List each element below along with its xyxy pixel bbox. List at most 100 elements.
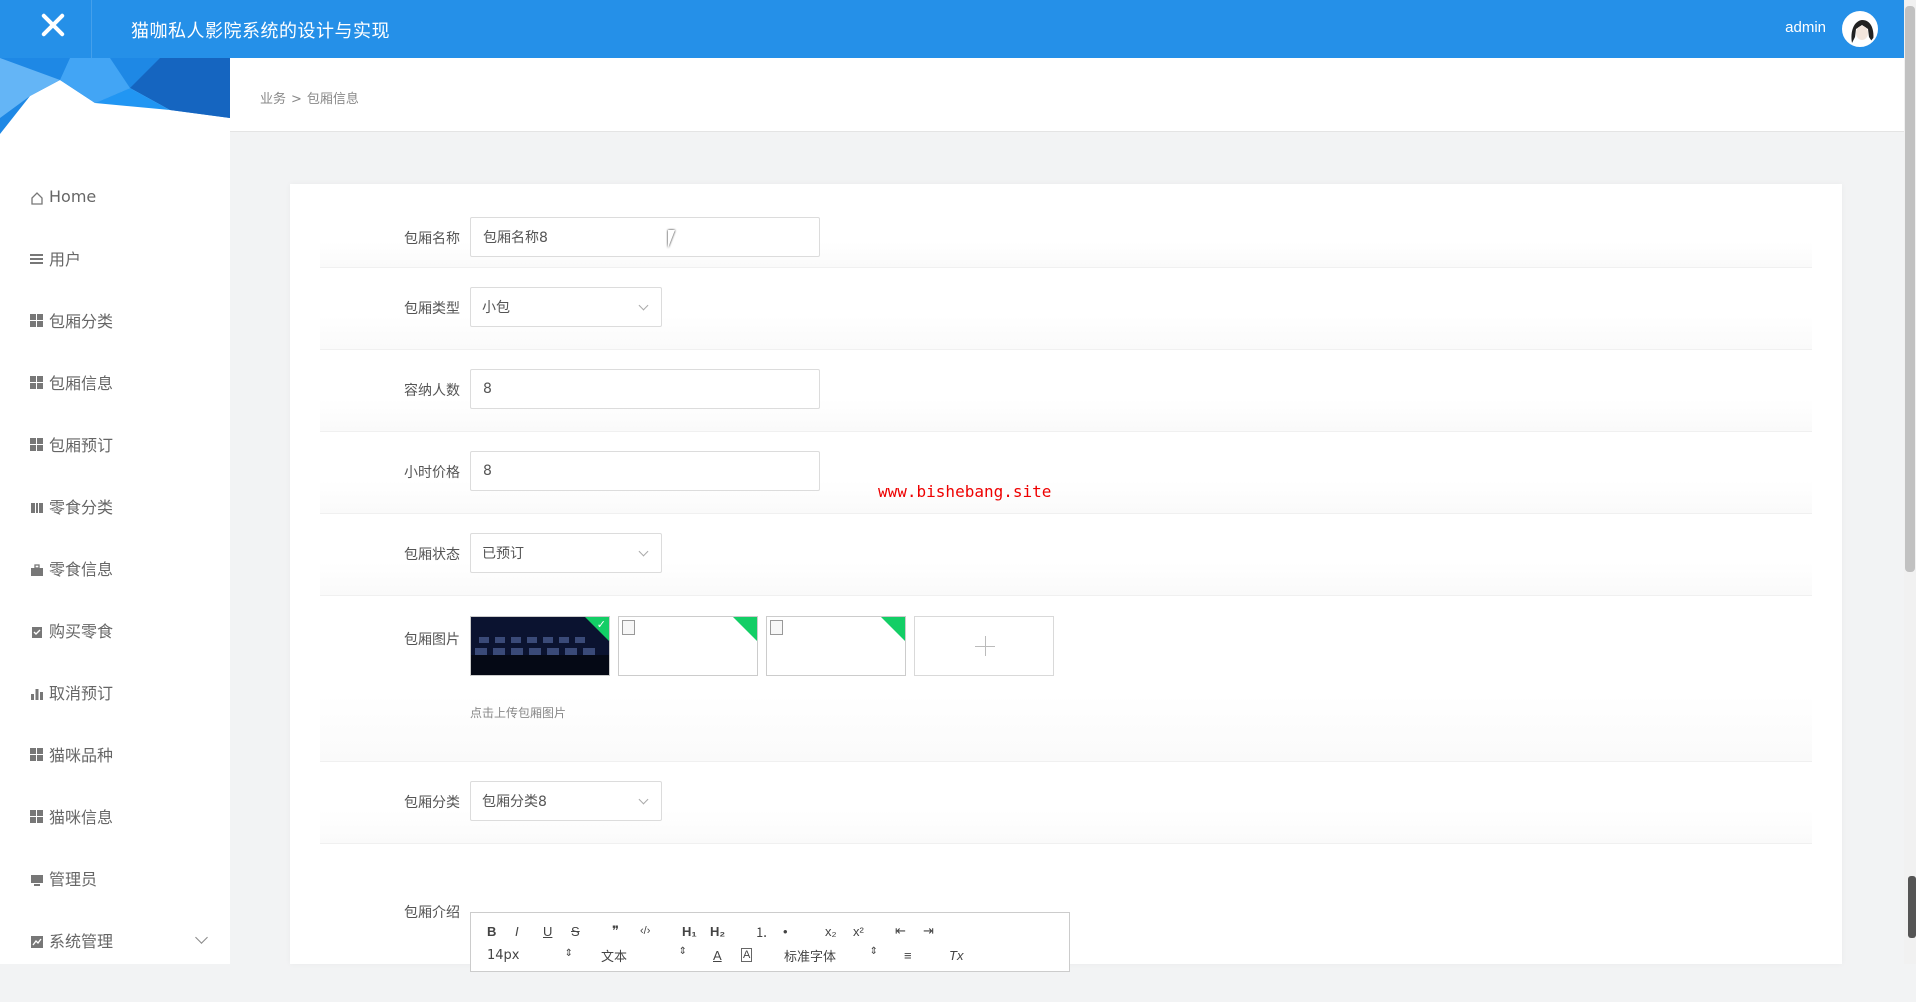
sidebar-item-label: 购买零食 bbox=[49, 622, 114, 641]
font-size-value: 14px bbox=[487, 947, 520, 963]
align-button[interactable]: ≡ bbox=[904, 948, 912, 963]
sidebar-item-snack-category[interactable]: 零食分类 bbox=[0, 475, 230, 537]
italic-button[interactable]: I bbox=[515, 924, 519, 939]
breadcrumb-bar: 业务 > 包厢信息 bbox=[230, 58, 1904, 132]
price-input[interactable]: 8 bbox=[470, 451, 820, 491]
font-family-select[interactable]: 标准字体 ⇕ bbox=[784, 946, 878, 965]
chevron-down-icon bbox=[638, 300, 649, 311]
sidebar-item-label: 用户 bbox=[49, 250, 82, 269]
underline-button[interactable]: U bbox=[543, 924, 552, 939]
avatar[interactable] bbox=[1842, 11, 1878, 47]
type-select-value: 小包 bbox=[482, 300, 510, 316]
sidebar-item-cat-breed[interactable]: 猫咪品种 bbox=[0, 723, 230, 785]
subscript-button[interactable]: x₂ bbox=[825, 924, 837, 939]
updown-icon: ⇕ bbox=[564, 947, 573, 959]
close-icon[interactable] bbox=[36, 8, 70, 42]
sidebar-item-cat-info[interactable]: 猫咪信息 bbox=[0, 785, 230, 847]
scrollbar-handle[interactable] bbox=[1908, 876, 1916, 938]
sidebar-item-room-category[interactable]: 包厢分类 bbox=[0, 289, 230, 351]
form-row-price: 小时价格 8 bbox=[320, 432, 1812, 514]
type-select[interactable]: 小包 bbox=[470, 287, 662, 327]
clipboard-icon bbox=[30, 624, 43, 638]
font-color-button[interactable]: A bbox=[713, 948, 722, 963]
page-scrollbar[interactable] bbox=[1904, 0, 1916, 964]
type-label: 包厢类型 bbox=[404, 301, 460, 317]
form-card: 包厢名称 包厢名称8 包厢类型 小包 容纳人数 8 小时价格 8 包厢状态 已预… bbox=[290, 184, 1842, 964]
outdent-button[interactable]: ⇤ bbox=[895, 923, 906, 939]
image-thumb[interactable] bbox=[618, 616, 758, 676]
code-button[interactable]: ‹/› bbox=[640, 925, 650, 937]
sidebar-item-snack-info[interactable]: 零食信息 bbox=[0, 537, 230, 599]
breadcrumb-current: 包厢信息 bbox=[306, 92, 359, 107]
sidebar-item-label: 包厢分类 bbox=[49, 312, 114, 331]
scrollbar-thumb[interactable] bbox=[1905, 6, 1915, 572]
upload-hint: 点击上传包厢图片 bbox=[470, 706, 567, 720]
sidebar-item-system[interactable]: 系统管理 bbox=[0, 909, 230, 971]
h2-button[interactable]: H₂ bbox=[710, 924, 725, 939]
capacity-label: 容纳人数 bbox=[404, 383, 460, 399]
bullet-list-button[interactable]: • bbox=[783, 924, 788, 939]
status-badge bbox=[880, 617, 905, 642]
header-divider bbox=[91, 0, 92, 58]
form-row-category: 包厢分类 包厢分类8 bbox=[320, 762, 1812, 844]
name-label: 包厢名称 bbox=[404, 231, 460, 247]
strike-button[interactable]: S bbox=[571, 924, 580, 939]
category-select[interactable]: 包厢分类8 bbox=[470, 781, 662, 821]
updown-icon: ⇕ bbox=[678, 945, 687, 957]
sidebar-item-label: 猫咪信息 bbox=[49, 808, 114, 827]
bold-button[interactable]: B bbox=[487, 924, 496, 939]
sidebar-item-room-info[interactable]: 包厢信息 bbox=[0, 351, 230, 413]
grid-icon bbox=[30, 809, 43, 823]
user-name[interactable]: admin bbox=[1785, 19, 1826, 36]
sidebar-item-label: 系统管理 bbox=[49, 932, 114, 951]
upload-add-button[interactable] bbox=[914, 616, 1054, 676]
monitor-icon bbox=[30, 872, 43, 886]
superscript-button[interactable]: x² bbox=[853, 924, 864, 939]
price-label: 小时价格 bbox=[404, 465, 460, 481]
form-row-type: 包厢类型 小包 bbox=[320, 268, 1812, 350]
status-select[interactable]: 已预订 bbox=[470, 533, 662, 573]
editor-toolbar-row2: 14px ⇕ 文本 ⇕ A A 标准字体 ⇕ ≡ Tx bbox=[471, 943, 1071, 967]
sidebar-item-room-booking[interactable]: 包厢预订 bbox=[0, 413, 230, 475]
sidebar-item-label: 猫咪品种 bbox=[49, 746, 114, 765]
editor-toolbar-row1: B I U S ❞ ‹/› H₁ H₂ ⒈ • x₂ x² ⇤ ⇥ bbox=[471, 919, 1071, 943]
form-row-name: 包厢名称 包厢名称8 bbox=[320, 204, 1812, 268]
h1-button[interactable]: H₁ bbox=[682, 924, 697, 939]
sidebar-item-home[interactable]: Home bbox=[0, 165, 230, 227]
font-size-select[interactable]: 14px ⇕ bbox=[487, 948, 573, 963]
status-select-value: 已预订 bbox=[482, 546, 524, 562]
rich-text-editor[interactable]: B I U S ❞ ‹/› H₁ H₂ ⒈ • x₂ x² ⇤ ⇥ 14px ⇕… bbox=[470, 912, 1070, 972]
indent-button[interactable]: ⇥ bbox=[923, 923, 934, 939]
sidebar-item-label: 包厢信息 bbox=[49, 374, 114, 393]
check-icon: ✓ bbox=[596, 618, 606, 631]
image-thumb[interactable] bbox=[766, 616, 906, 676]
clear-format-button[interactable]: Tx bbox=[949, 948, 963, 963]
grid-icon bbox=[30, 437, 43, 451]
sidebar-item-users[interactable]: 用户 bbox=[0, 227, 230, 289]
font-family-value: 标准字体 bbox=[784, 949, 837, 965]
image-label: 包厢图片 bbox=[404, 632, 460, 648]
image-list: ✓ bbox=[470, 616, 1070, 676]
sidebar-item-label: Home bbox=[49, 186, 97, 206]
header-select-value: 文本 bbox=[601, 949, 628, 965]
image-thumb[interactable]: ✓ bbox=[470, 616, 610, 676]
quote-button[interactable]: ❞ bbox=[612, 923, 619, 939]
sidebar-item-label: 零食信息 bbox=[49, 560, 114, 579]
breadcrumb-parent[interactable]: 业务 bbox=[260, 92, 286, 107]
chart-icon bbox=[30, 934, 43, 948]
sidebar-item-admin[interactable]: 管理员 bbox=[0, 847, 230, 909]
grid-icon bbox=[30, 375, 43, 389]
sidebar-item-buy-snack[interactable]: 购买零食 bbox=[0, 599, 230, 661]
header-select[interactable]: 文本 ⇕ bbox=[601, 946, 687, 965]
breadcrumb-separator: > bbox=[291, 92, 302, 107]
background-color-button[interactable]: A bbox=[741, 948, 753, 962]
home-icon bbox=[30, 190, 43, 205]
name-input[interactable]: 包厢名称8 bbox=[470, 217, 820, 257]
chevron-down-icon bbox=[195, 931, 208, 944]
ordered-list-button[interactable]: ⒈ bbox=[755, 922, 768, 941]
sidebar-item-cancel-booking[interactable]: 取消预订 bbox=[0, 661, 230, 723]
sidebar-banner bbox=[0, 58, 230, 134]
chevron-down-icon bbox=[638, 546, 649, 557]
capacity-input[interactable]: 8 bbox=[470, 369, 820, 409]
top-bar: 猫咖私人影院系统的设计与实现 admin bbox=[0, 0, 1904, 58]
